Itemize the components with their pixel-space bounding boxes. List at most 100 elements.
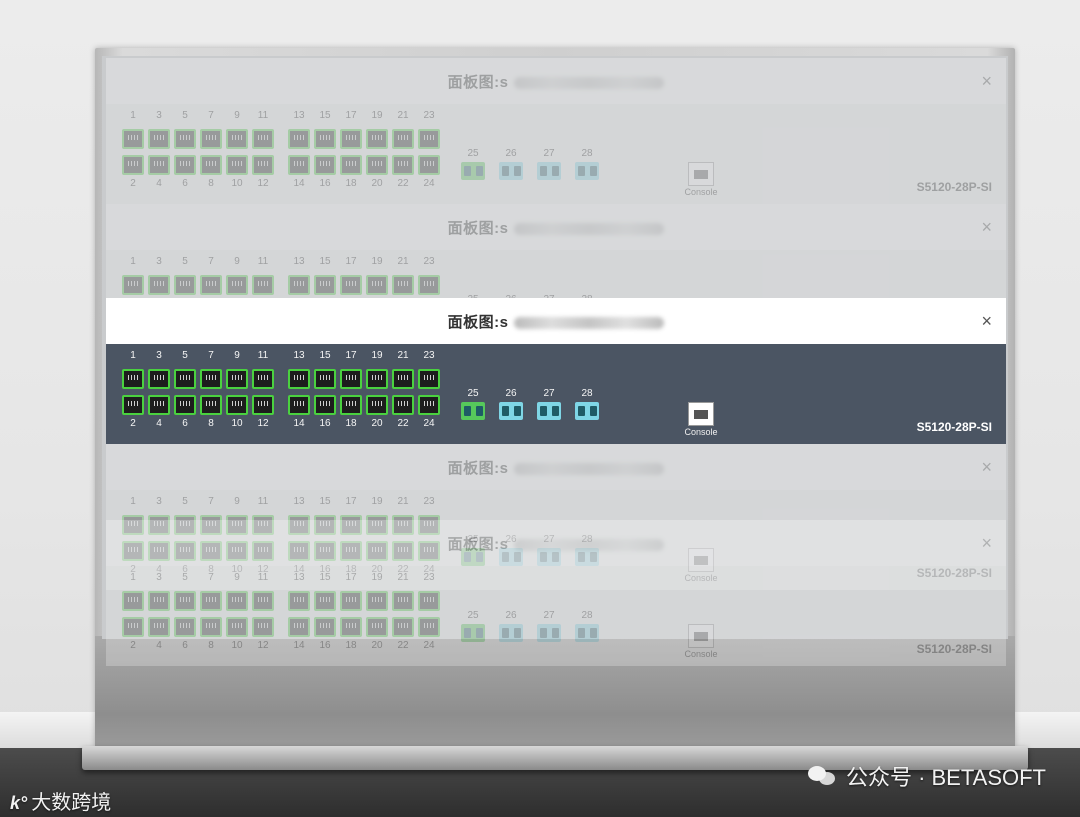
sfp-port-27[interactable]: 27 xyxy=(536,610,562,642)
ethernet-port-5[interactable] xyxy=(174,129,196,149)
ethernet-port-5[interactable] xyxy=(174,591,196,611)
ethernet-port-10[interactable] xyxy=(226,617,248,637)
ethernet-port-9[interactable] xyxy=(226,369,248,389)
ethernet-port-15[interactable] xyxy=(314,129,336,149)
sfp-port-28[interactable]: 28 xyxy=(574,388,600,420)
ethernet-port-21[interactable] xyxy=(392,275,414,295)
close-icon[interactable]: × xyxy=(981,217,992,238)
ethernet-port-23[interactable] xyxy=(418,275,440,295)
ethernet-port-7[interactable] xyxy=(200,129,222,149)
ethernet-port-13[interactable] xyxy=(288,591,310,611)
ethernet-port-24[interactable] xyxy=(418,617,440,637)
ethernet-port-12[interactable] xyxy=(252,155,274,175)
ethernet-port-2[interactable] xyxy=(122,395,144,415)
ethernet-port-16[interactable] xyxy=(314,395,336,415)
ethernet-port-17[interactable] xyxy=(340,129,362,149)
ethernet-port-9[interactable] xyxy=(226,275,248,295)
ethernet-port-19[interactable] xyxy=(366,275,388,295)
close-icon[interactable]: × xyxy=(981,457,992,478)
ethernet-port-4[interactable] xyxy=(148,395,170,415)
ethernet-port-7[interactable] xyxy=(200,369,222,389)
sfp-port-26[interactable]: 26 xyxy=(498,388,524,420)
sfp-port-27[interactable]: 27 xyxy=(536,388,562,420)
ethernet-port-18[interactable] xyxy=(340,155,362,175)
ethernet-port-9[interactable] xyxy=(226,591,248,611)
sfp-port-26[interactable]: 26 xyxy=(498,610,524,642)
sfp-port-25[interactable]: 25 xyxy=(460,388,486,420)
ethernet-port-16[interactable] xyxy=(314,155,336,175)
ethernet-port-23[interactable] xyxy=(418,129,440,149)
ethernet-port-3[interactable] xyxy=(148,129,170,149)
ethernet-port-3[interactable] xyxy=(148,275,170,295)
sfp-port-26[interactable]: 26 xyxy=(498,148,524,180)
ethernet-port-22[interactable] xyxy=(392,395,414,415)
ethernet-port-1[interactable] xyxy=(122,129,144,149)
ethernet-port-1[interactable] xyxy=(122,275,144,295)
ethernet-port-13[interactable] xyxy=(288,129,310,149)
ethernet-port-9[interactable] xyxy=(226,129,248,149)
ethernet-port-21[interactable] xyxy=(392,591,414,611)
ethernet-port-17[interactable] xyxy=(340,275,362,295)
console-port[interactable]: Console xyxy=(676,162,726,197)
close-icon[interactable]: × xyxy=(981,71,992,92)
ethernet-port-5[interactable] xyxy=(174,369,196,389)
ethernet-port-24[interactable] xyxy=(418,155,440,175)
ethernet-port-12[interactable] xyxy=(252,617,274,637)
ethernet-port-1[interactable] xyxy=(122,369,144,389)
ethernet-port-15[interactable] xyxy=(314,275,336,295)
sfp-port-28[interactable]: 28 xyxy=(574,610,600,642)
ethernet-port-23[interactable] xyxy=(418,591,440,611)
ethernet-port-18[interactable] xyxy=(340,395,362,415)
ethernet-port-22[interactable] xyxy=(392,617,414,637)
ethernet-port-21[interactable] xyxy=(392,129,414,149)
ethernet-port-17[interactable] xyxy=(340,591,362,611)
ethernet-port-11[interactable] xyxy=(252,369,274,389)
ethernet-port-6[interactable] xyxy=(174,395,196,415)
ethernet-port-11[interactable] xyxy=(252,591,274,611)
ethernet-port-14[interactable] xyxy=(288,395,310,415)
ethernet-port-8[interactable] xyxy=(200,395,222,415)
ethernet-port-20[interactable] xyxy=(366,617,388,637)
ethernet-port-5[interactable] xyxy=(174,275,196,295)
ethernet-port-14[interactable] xyxy=(288,155,310,175)
ethernet-port-1[interactable] xyxy=(122,591,144,611)
ethernet-port-18[interactable] xyxy=(340,617,362,637)
sfp-port-25[interactable]: 25 xyxy=(460,610,486,642)
ethernet-port-15[interactable] xyxy=(314,369,336,389)
ethernet-port-19[interactable] xyxy=(366,129,388,149)
close-icon[interactable]: × xyxy=(981,533,992,554)
ethernet-port-19[interactable] xyxy=(366,369,388,389)
console-port[interactable]: Console xyxy=(676,402,726,437)
ethernet-port-14[interactable] xyxy=(288,617,310,637)
sfp-port-27[interactable]: 27 xyxy=(536,148,562,180)
ethernet-port-8[interactable] xyxy=(200,617,222,637)
sfp-port-25[interactable]: 25 xyxy=(460,148,486,180)
ethernet-port-16[interactable] xyxy=(314,617,336,637)
ethernet-port-4[interactable] xyxy=(148,155,170,175)
ethernet-port-19[interactable] xyxy=(366,591,388,611)
ethernet-port-12[interactable] xyxy=(252,395,274,415)
ethernet-port-11[interactable] xyxy=(252,275,274,295)
ethernet-port-2[interactable] xyxy=(122,155,144,175)
ethernet-port-20[interactable] xyxy=(366,395,388,415)
ethernet-port-10[interactable] xyxy=(226,395,248,415)
ethernet-port-20[interactable] xyxy=(366,155,388,175)
ethernet-port-15[interactable] xyxy=(314,591,336,611)
ethernet-port-13[interactable] xyxy=(288,369,310,389)
ethernet-port-8[interactable] xyxy=(200,155,222,175)
ethernet-port-13[interactable] xyxy=(288,275,310,295)
ethernet-port-6[interactable] xyxy=(174,617,196,637)
ethernet-port-3[interactable] xyxy=(148,369,170,389)
ethernet-port-24[interactable] xyxy=(418,395,440,415)
ethernet-port-7[interactable] xyxy=(200,275,222,295)
ethernet-port-21[interactable] xyxy=(392,369,414,389)
ethernet-port-22[interactable] xyxy=(392,155,414,175)
sfp-port-28[interactable]: 28 xyxy=(574,148,600,180)
ethernet-port-23[interactable] xyxy=(418,369,440,389)
close-icon[interactable]: × xyxy=(981,311,992,332)
ethernet-port-3[interactable] xyxy=(148,591,170,611)
ethernet-port-7[interactable] xyxy=(200,591,222,611)
ethernet-port-6[interactable] xyxy=(174,155,196,175)
ethernet-port-10[interactable] xyxy=(226,155,248,175)
ethernet-port-4[interactable] xyxy=(148,617,170,637)
